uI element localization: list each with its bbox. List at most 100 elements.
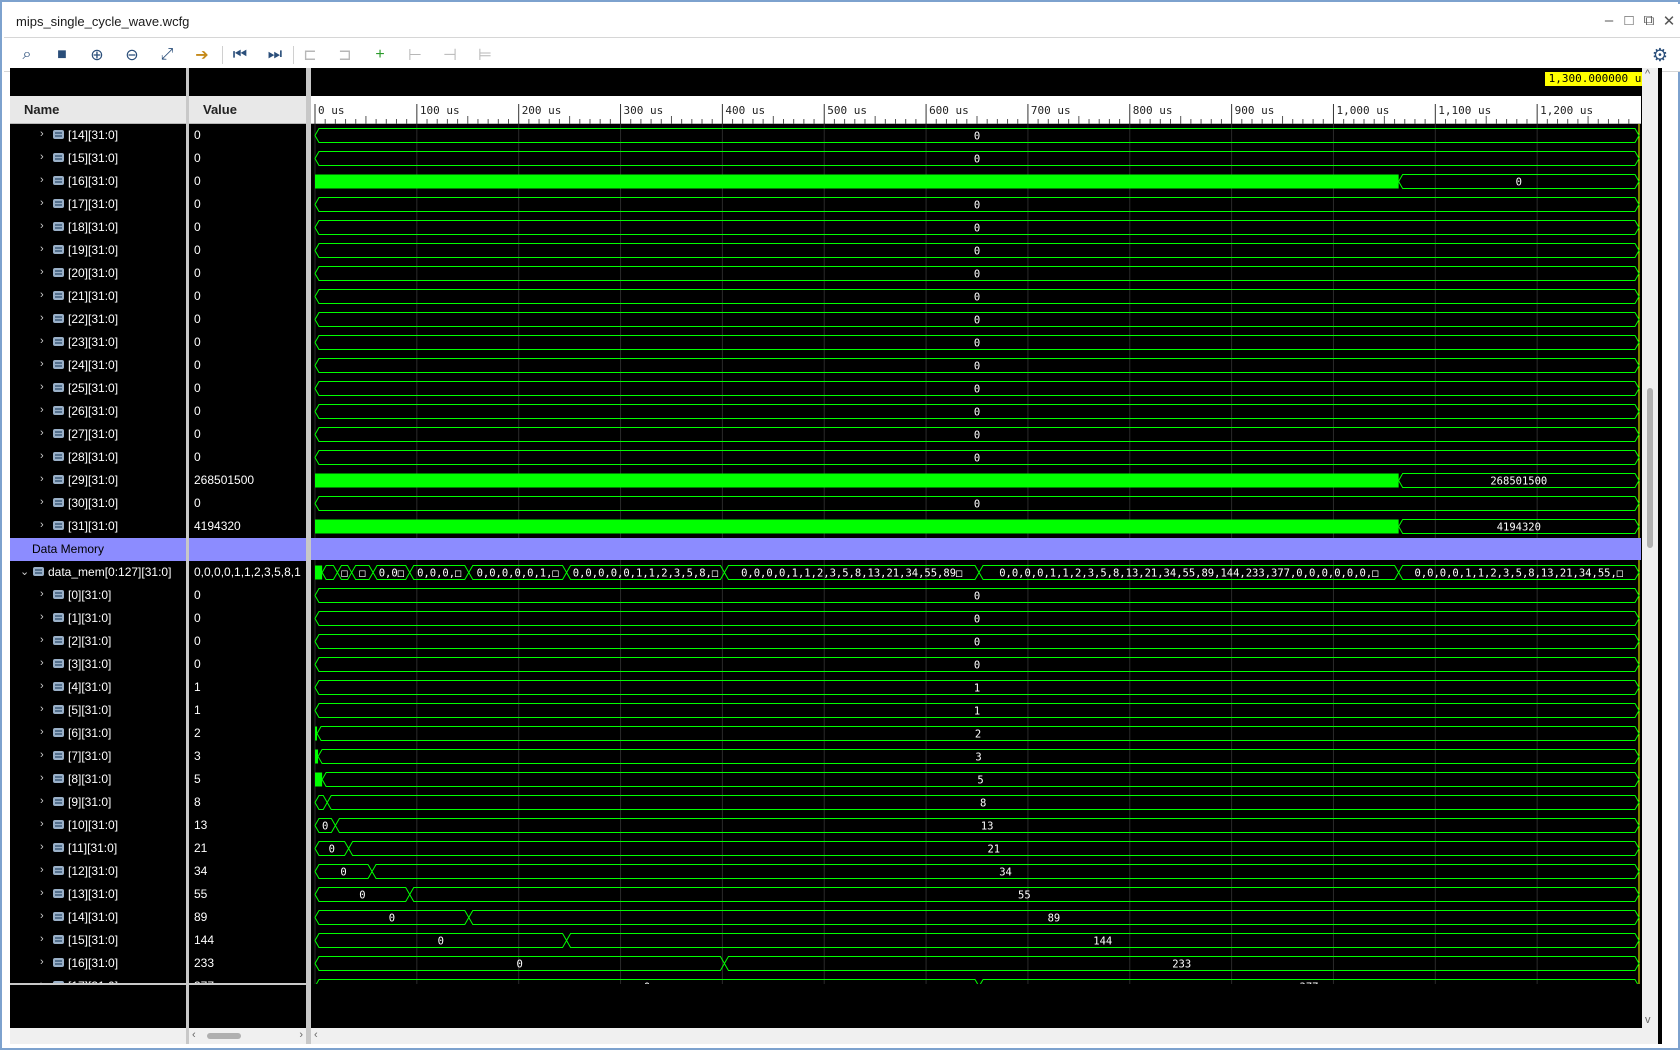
signal-row[interactable]: › [16][31:0] <box>10 170 186 193</box>
restore-icon[interactable]: ⧉ <box>1638 12 1660 29</box>
save-icon[interactable]: ■ <box>48 42 76 68</box>
chevron-right-icon[interactable]: › <box>40 151 44 163</box>
signal-row[interactable]: › [2][31:0] <box>10 630 186 653</box>
chevron-right-icon[interactable]: › <box>40 956 44 968</box>
chevron-right-icon[interactable]: › <box>40 174 44 186</box>
chevron-down-icon[interactable]: ⌄ <box>20 565 29 578</box>
signal-row[interactable]: › [14][31:0] <box>10 906 186 929</box>
signal-row[interactable]: › [3][31:0] <box>10 653 186 676</box>
chevron-right-icon[interactable]: › <box>40 243 44 255</box>
waveform-canvas[interactable]: 00000000000000026850150004194320□ □ 0,0□ 0,… <box>311 124 1641 984</box>
go-to-cursor-icon[interactable]: ➔ <box>188 42 216 68</box>
chevron-right-icon[interactable]: › <box>40 726 44 738</box>
chevron-right-icon[interactable]: › <box>40 427 44 439</box>
signal-row[interactable]: › [29][31:0] <box>10 469 186 492</box>
signal-row[interactable]: › [12][31:0] <box>10 860 186 883</box>
chevron-right-icon[interactable]: › <box>40 749 44 761</box>
add-marker-icon[interactable]: + <box>366 42 394 68</box>
swap-cursors-icon[interactable]: ⊨ <box>471 42 499 68</box>
signal-row[interactable]: › [20][31:0] <box>10 262 186 285</box>
next-transition-icon[interactable]: ⊐ <box>331 42 359 68</box>
signal-row[interactable]: › [21][31:0] <box>10 285 186 308</box>
chevron-right-icon[interactable]: › <box>40 289 44 301</box>
signal-row[interactable]: › [31][31:0] <box>10 515 186 538</box>
signal-row[interactable]: › [17][31:0] <box>10 193 186 216</box>
chevron-right-icon[interactable]: › <box>40 864 44 876</box>
chevron-right-icon[interactable]: › <box>40 312 44 324</box>
value-hscroll[interactable]: ‹ › <box>189 1028 306 1044</box>
chevron-right-icon[interactable]: › <box>40 266 44 278</box>
wave-panel[interactable]: 1,300.000000 us 0 us 100 us 200 us 300 us 40… <box>311 68 1658 1044</box>
chevron-right-icon[interactable]: › <box>40 197 44 209</box>
signal-row[interactable]: › [26][31:0] <box>10 400 186 423</box>
wave-hscroll[interactable]: ‹ <box>311 1028 1642 1044</box>
signal-row[interactable]: › [16][31:0] <box>10 952 186 975</box>
name-column-header[interactable]: Name <box>10 96 186 124</box>
signal-row[interactable]: › [8][31:0] <box>10 768 186 791</box>
chevron-right-icon[interactable]: › <box>40 634 44 646</box>
chevron-right-icon[interactable]: › <box>40 358 44 370</box>
chevron-right-icon[interactable]: › <box>40 588 44 600</box>
prev-marker-icon[interactable]: ⊢ <box>401 42 429 68</box>
signal-row[interactable]: › [27][31:0] <box>10 423 186 446</box>
signal-row[interactable]: › [18][31:0] <box>10 216 186 239</box>
value-column-header[interactable]: Value <box>189 96 306 124</box>
signal-row[interactable]: › [11][31:0] <box>10 837 186 860</box>
zoom-out-icon[interactable]: ⊖ <box>118 42 146 68</box>
signal-row[interactable]: › [13][31:0] <box>10 883 186 906</box>
signal-row[interactable]: › [5][31:0] <box>10 699 186 722</box>
signal-row[interactable]: › [15][31:0] <box>10 929 186 952</box>
prev-transition-icon[interactable]: ⊏ <box>296 42 324 68</box>
signal-row[interactable]: › [7][31:0] <box>10 745 186 768</box>
signal-row[interactable]: › [1][31:0] <box>10 607 186 630</box>
zoom-fit-icon[interactable]: ⤢ <box>153 42 181 68</box>
signal-row[interactable]: › [23][31:0] <box>10 331 186 354</box>
next-marker-icon[interactable]: ⊣ <box>436 42 464 68</box>
chevron-right-icon[interactable]: › <box>40 220 44 232</box>
signal-row[interactable]: › [14][31:0] <box>10 124 186 147</box>
maximize-icon[interactable]: □ <box>1618 12 1640 29</box>
value-hscroll-thumb[interactable] <box>207 1033 241 1039</box>
chevron-right-icon[interactable]: › <box>40 450 44 462</box>
signal-row[interactable]: › [30][31:0] <box>10 492 186 515</box>
signal-row[interactable]: › [6][31:0] <box>10 722 186 745</box>
signal-row[interactable]: › [10][31:0] <box>10 814 186 837</box>
signal-row[interactable]: › [15][31:0] <box>10 147 186 170</box>
chevron-right-icon[interactable]: › <box>40 473 44 485</box>
chevron-right-icon[interactable]: › <box>40 910 44 922</box>
skip-start-icon[interactable]: ⏮ <box>226 42 254 68</box>
chevron-right-icon[interactable]: › <box>40 933 44 945</box>
signal-row[interactable]: › [4][31:0] <box>10 676 186 699</box>
time-ruler[interactable]: 0 us 100 us 200 us 300 us 400 us 500 us 600 us… <box>311 96 1641 124</box>
signal-row[interactable]: › [24][31:0] <box>10 354 186 377</box>
name-hscroll[interactable] <box>10 1028 186 1044</box>
chevron-right-icon[interactable]: › <box>40 128 44 140</box>
zoom-in-icon[interactable]: ⊕ <box>83 42 111 68</box>
gear-icon[interactable]: ⚙ <box>1646 42 1674 68</box>
chevron-right-icon[interactable]: › <box>40 795 44 807</box>
chevron-right-icon[interactable]: › <box>40 657 44 669</box>
chevron-right-icon[interactable]: › <box>40 680 44 692</box>
group-row[interactable]: Data Memory <box>10 538 186 561</box>
chevron-right-icon[interactable]: › <box>40 519 44 531</box>
minimize-icon[interactable]: – <box>1598 12 1620 29</box>
chevron-right-icon[interactable]: › <box>40 703 44 715</box>
chevron-right-icon[interactable]: › <box>40 496 44 508</box>
wave-vscroll-thumb[interactable] <box>1647 388 1653 548</box>
signal-row[interactable]: › [25][31:0] <box>10 377 186 400</box>
search-icon[interactable]: ⌕ <box>13 42 41 68</box>
chevron-right-icon[interactable]: › <box>40 335 44 347</box>
chevron-right-icon[interactable]: › <box>40 404 44 416</box>
skip-end-icon[interactable]: ⏭ <box>261 42 289 68</box>
chevron-right-icon[interactable]: › <box>40 611 44 623</box>
signal-row[interactable]: › [0][31:0] <box>10 584 186 607</box>
chevron-right-icon[interactable]: › <box>40 381 44 393</box>
signal-row[interactable]: › [19][31:0] <box>10 239 186 262</box>
chevron-right-icon[interactable]: › <box>40 887 44 899</box>
signal-row[interactable]: ⌄ data_mem[0:127][31:0] <box>10 561 186 584</box>
signal-row[interactable]: › [22][31:0] <box>10 308 186 331</box>
chevron-right-icon[interactable]: › <box>40 841 44 853</box>
wave-vscroll[interactable]: ^ v <box>1642 68 1658 1044</box>
signal-row[interactable]: › [9][31:0] <box>10 791 186 814</box>
chevron-right-icon[interactable]: › <box>40 818 44 830</box>
